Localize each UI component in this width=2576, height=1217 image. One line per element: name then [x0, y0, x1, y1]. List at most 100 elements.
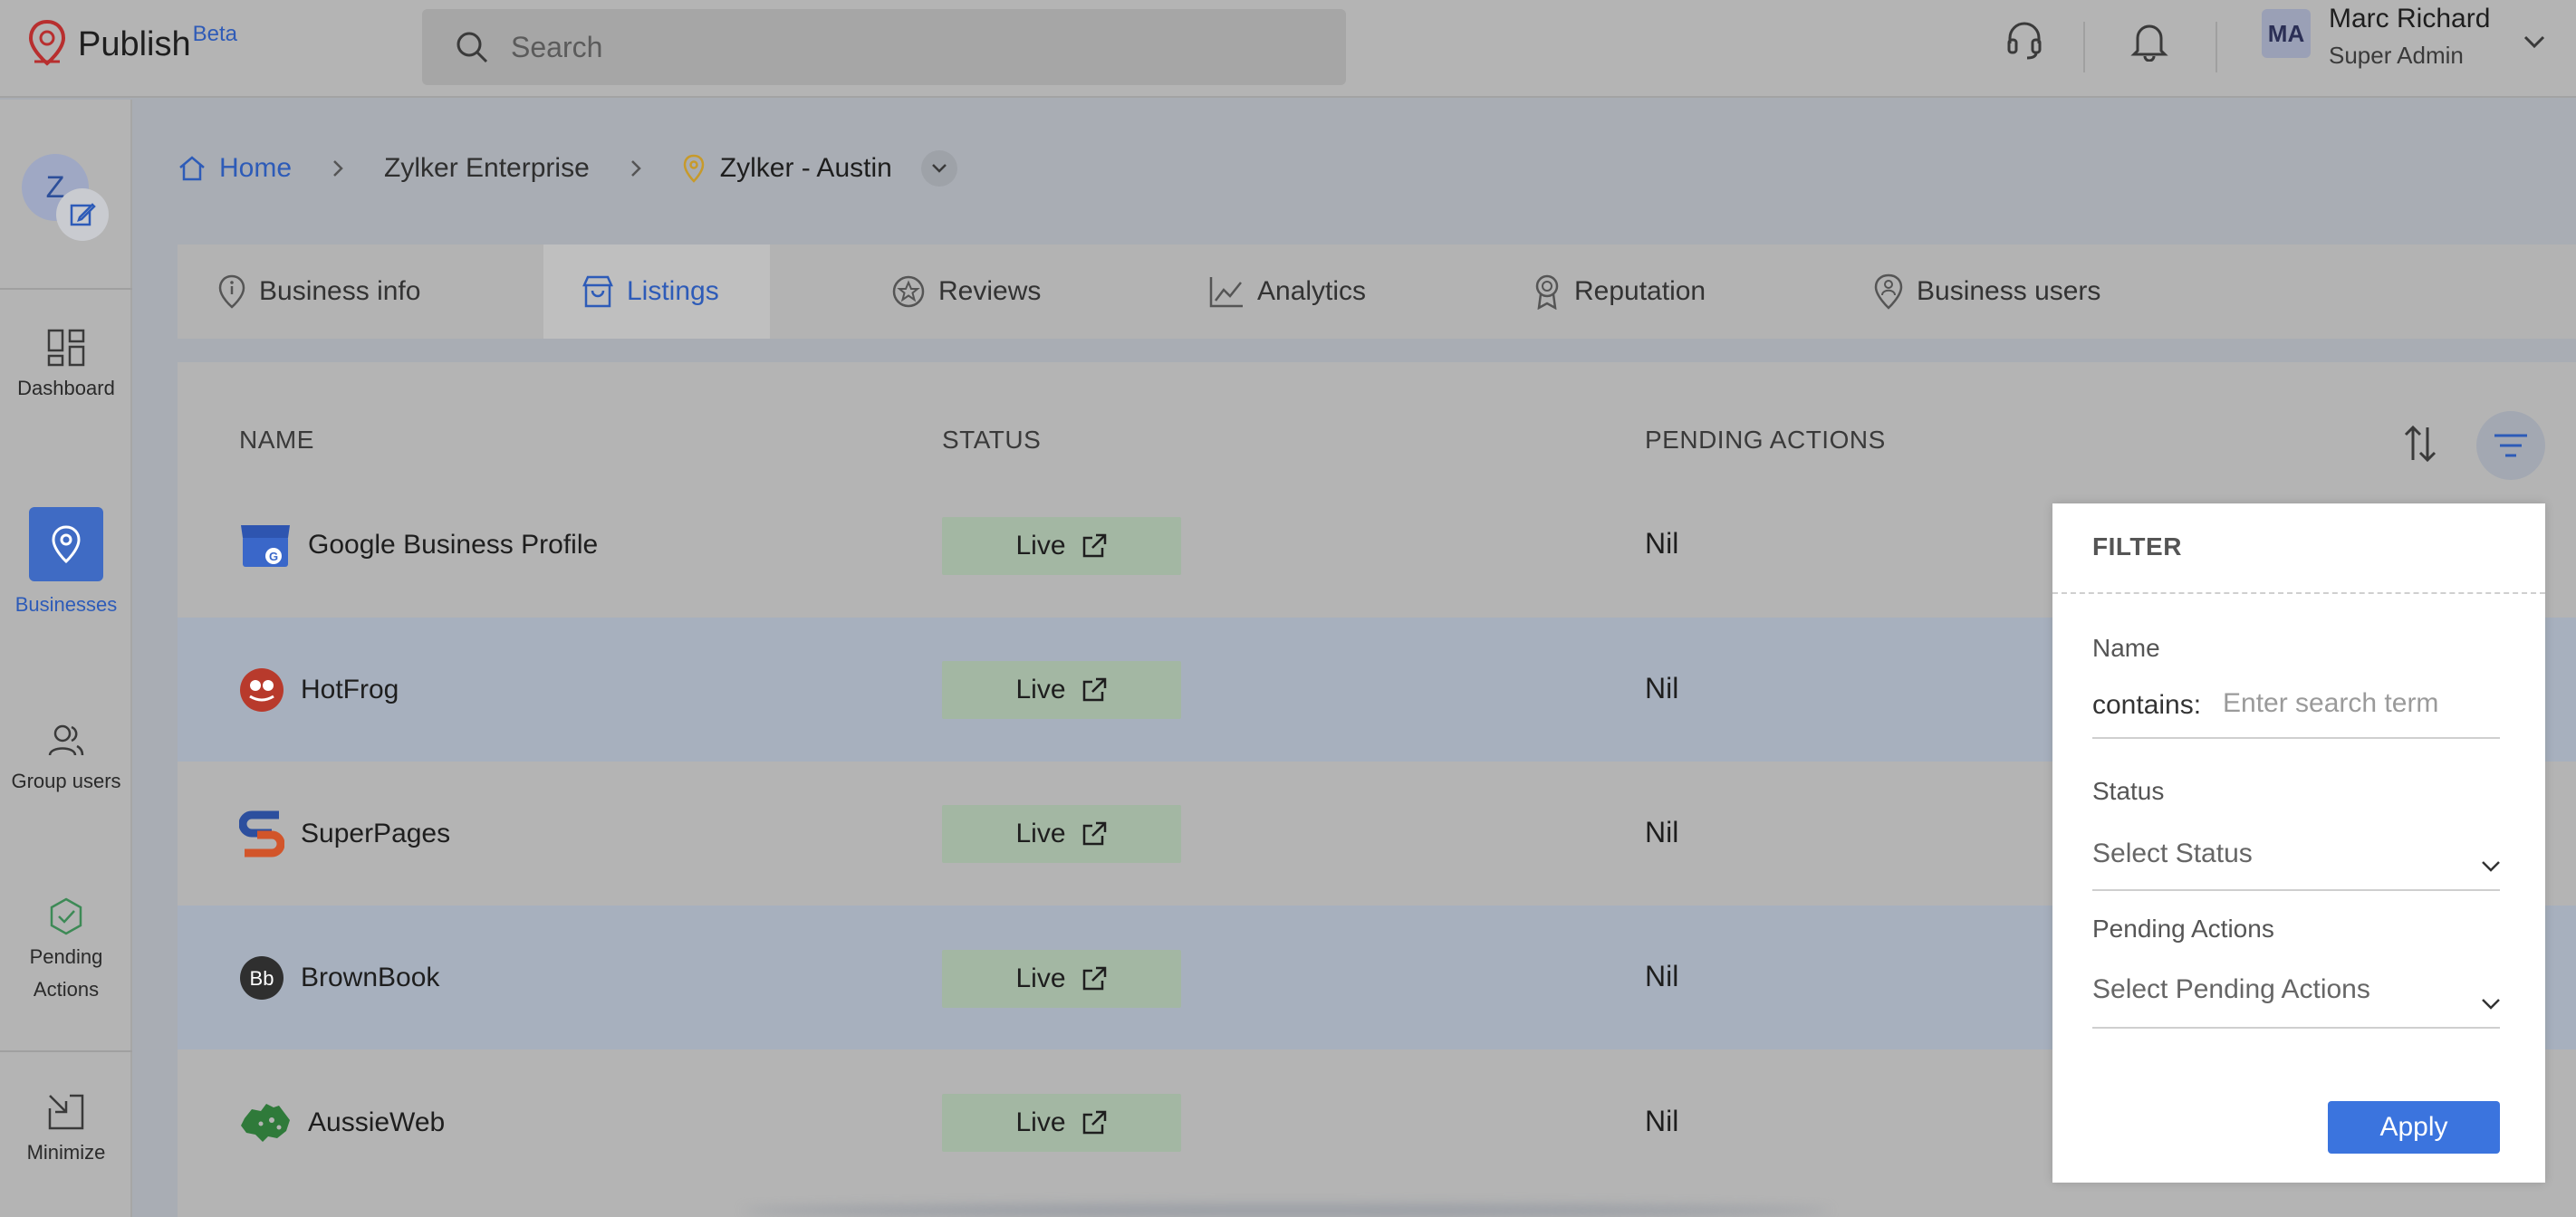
- tab-business-info[interactable]: Business info: [217, 244, 420, 339]
- breadcrumb-chevron-right-icon: [630, 160, 641, 177]
- filter-status-select[interactable]: Select Status: [2092, 838, 2500, 893]
- external-link-icon: [1082, 821, 1106, 846]
- status-live-link[interactable]: Live: [942, 1094, 1181, 1152]
- location-pin-icon: [683, 154, 705, 183]
- tab-label: Analytics: [1257, 276, 1367, 306]
- sidebar-divider: [0, 288, 132, 290]
- reviews-star-icon: [892, 275, 925, 308]
- listing-name: HotFrog: [239, 618, 399, 762]
- tab-listings[interactable]: Listings: [543, 244, 770, 339]
- pending-actions-value: Nil: [1645, 816, 1679, 848]
- filter-icon: [2494, 434, 2527, 457]
- breadcrumb-home-link[interactable]: Home: [219, 153, 292, 184]
- status-chevron-down-icon: [2482, 861, 2500, 872]
- breadcrumb-org-link[interactable]: Zylker Enterprise: [384, 153, 590, 184]
- tab-business-users[interactable]: Business users: [1873, 244, 2100, 339]
- support-headset-icon[interactable]: [2005, 20, 2043, 62]
- filter-pending-actions-select[interactable]: Select Pending Actions: [2092, 974, 2500, 1029]
- tab-analytics[interactable]: Analytics: [1208, 244, 1366, 339]
- user-role: Super Admin: [2329, 42, 2464, 69]
- sidebar-item-group-users[interactable]: Group users: [0, 721, 132, 798]
- filter-select-underline: [2092, 889, 2500, 891]
- sidebar-item-label: Dashboard: [17, 377, 115, 399]
- user-name[interactable]: Marc Richard: [2329, 4, 2490, 34]
- info-pin-icon: [218, 274, 245, 309]
- google-business-profile-logo-icon: G: [241, 524, 290, 567]
- pending-actions-value: Nil: [1645, 527, 1679, 560]
- sidebar-item-label: Group users: [11, 770, 121, 792]
- sort-icon[interactable]: [2402, 424, 2438, 464]
- search-placeholder: Search: [511, 30, 603, 63]
- aussieweb-logo-icon: [241, 1103, 290, 1142]
- minimize-icon: [48, 1094, 84, 1130]
- search-bar[interactable]: Search: [422, 9, 1346, 85]
- location-pin-icon: [52, 525, 81, 564]
- dashboard-icon: [47, 329, 85, 367]
- business-users-icon: [1874, 273, 1903, 310]
- svg-text:Bb: Bb: [250, 967, 274, 990]
- hotfrog-logo-icon: [240, 667, 284, 712]
- filter-popup: FILTER Name contains: Status Select Stat…: [2052, 503, 2545, 1183]
- app-name: Publish: [78, 25, 191, 63]
- external-link-icon: [1082, 677, 1106, 702]
- filter-name-label: Name: [2092, 634, 2160, 662]
- user-avatar[interactable]: MA: [2262, 9, 2311, 58]
- apply-button[interactable]: Apply: [2328, 1101, 2500, 1154]
- notification-bell-icon[interactable]: [2130, 20, 2168, 62]
- status-live-link[interactable]: Live: [942, 950, 1181, 1008]
- listings-store-icon: [582, 275, 613, 308]
- pending-chevron-down-icon: [2482, 999, 2500, 1010]
- search-icon: [457, 32, 488, 63]
- status-live-link[interactable]: Live: [942, 805, 1181, 863]
- sidebar-item-dashboard[interactable]: Dashboard: [0, 328, 132, 405]
- filter-button[interactable]: [2476, 411, 2545, 480]
- businesses-active-box: [29, 507, 103, 581]
- chevron-down-icon: [931, 164, 947, 173]
- filter-input-underline: [2092, 737, 2500, 739]
- pending-actions-value: Nil: [1645, 960, 1679, 992]
- listing-name: Bb BrownBook: [239, 906, 439, 1049]
- reputation-badge-icon: [1535, 274, 1559, 310]
- user-menu-chevron-down-icon[interactable]: [2522, 33, 2547, 51]
- status-live-link[interactable]: Live: [942, 661, 1181, 719]
- listing-name: AussieWeb: [239, 1050, 445, 1194]
- location-dropdown-button[interactable]: [920, 150, 957, 187]
- filter-title: FILTER: [2092, 532, 2182, 561]
- external-link-icon: [1082, 966, 1106, 991]
- bottom-scroll-shadow: [743, 1204, 1830, 1217]
- sidebar-item-minimize[interactable]: Minimize: [0, 1092, 132, 1169]
- filter-name-input[interactable]: [2223, 688, 2494, 719]
- sidebar-item-pending-actions[interactable]: Pending Actions: [0, 896, 132, 1006]
- tab-reviews[interactable]: Reviews: [891, 244, 1041, 339]
- sidebar-item-label: Businesses: [14, 593, 118, 616]
- sidebar-item-label: Pending Actions: [29, 945, 103, 1001]
- sidebar-item-label: Minimize: [26, 1141, 106, 1164]
- filter-pending-label: Pending Actions: [2092, 915, 2274, 943]
- column-header-status: STATUS: [942, 426, 1042, 454]
- home-icon[interactable]: [178, 154, 207, 183]
- topbar-divider: [2216, 22, 2217, 72]
- column-header-pending-actions: PENDING ACTIONS: [1645, 426, 1886, 454]
- app-logo[interactable]: Publish Beta: [27, 20, 237, 67]
- sidebar-divider: [0, 1050, 132, 1052]
- filter-select-underline: [2092, 1027, 2500, 1029]
- sidebar-item-businesses[interactable]: Businesses: [0, 507, 132, 621]
- topbar-divider: [2083, 22, 2085, 72]
- edit-avatar-button[interactable]: [56, 188, 109, 241]
- filter-contains-label: contains:: [2092, 690, 2202, 720]
- edit-pencil-icon: [70, 203, 96, 226]
- external-link-icon: [1082, 533, 1106, 558]
- tab-label: Reviews: [938, 276, 1042, 306]
- status-live-link[interactable]: Live: [942, 517, 1181, 575]
- brownbook-logo-icon: Bb: [240, 955, 284, 1000]
- column-header-name: NAME: [239, 426, 314, 454]
- tab-reputation[interactable]: Reputation: [1533, 244, 1706, 339]
- external-link-icon: [1082, 1110, 1106, 1135]
- sidebar: Z Dashboard Businesses Group users Pendi…: [0, 100, 132, 1217]
- analytics-chart-icon: [1209, 277, 1243, 308]
- listing-name: G Google Business Profile: [239, 473, 598, 617]
- publish-logo-icon: [28, 20, 66, 66]
- pending-actions-check-icon: [50, 897, 82, 935]
- tab-label: Business info: [259, 276, 421, 306]
- filter-status-label: Status: [2092, 777, 2165, 805]
